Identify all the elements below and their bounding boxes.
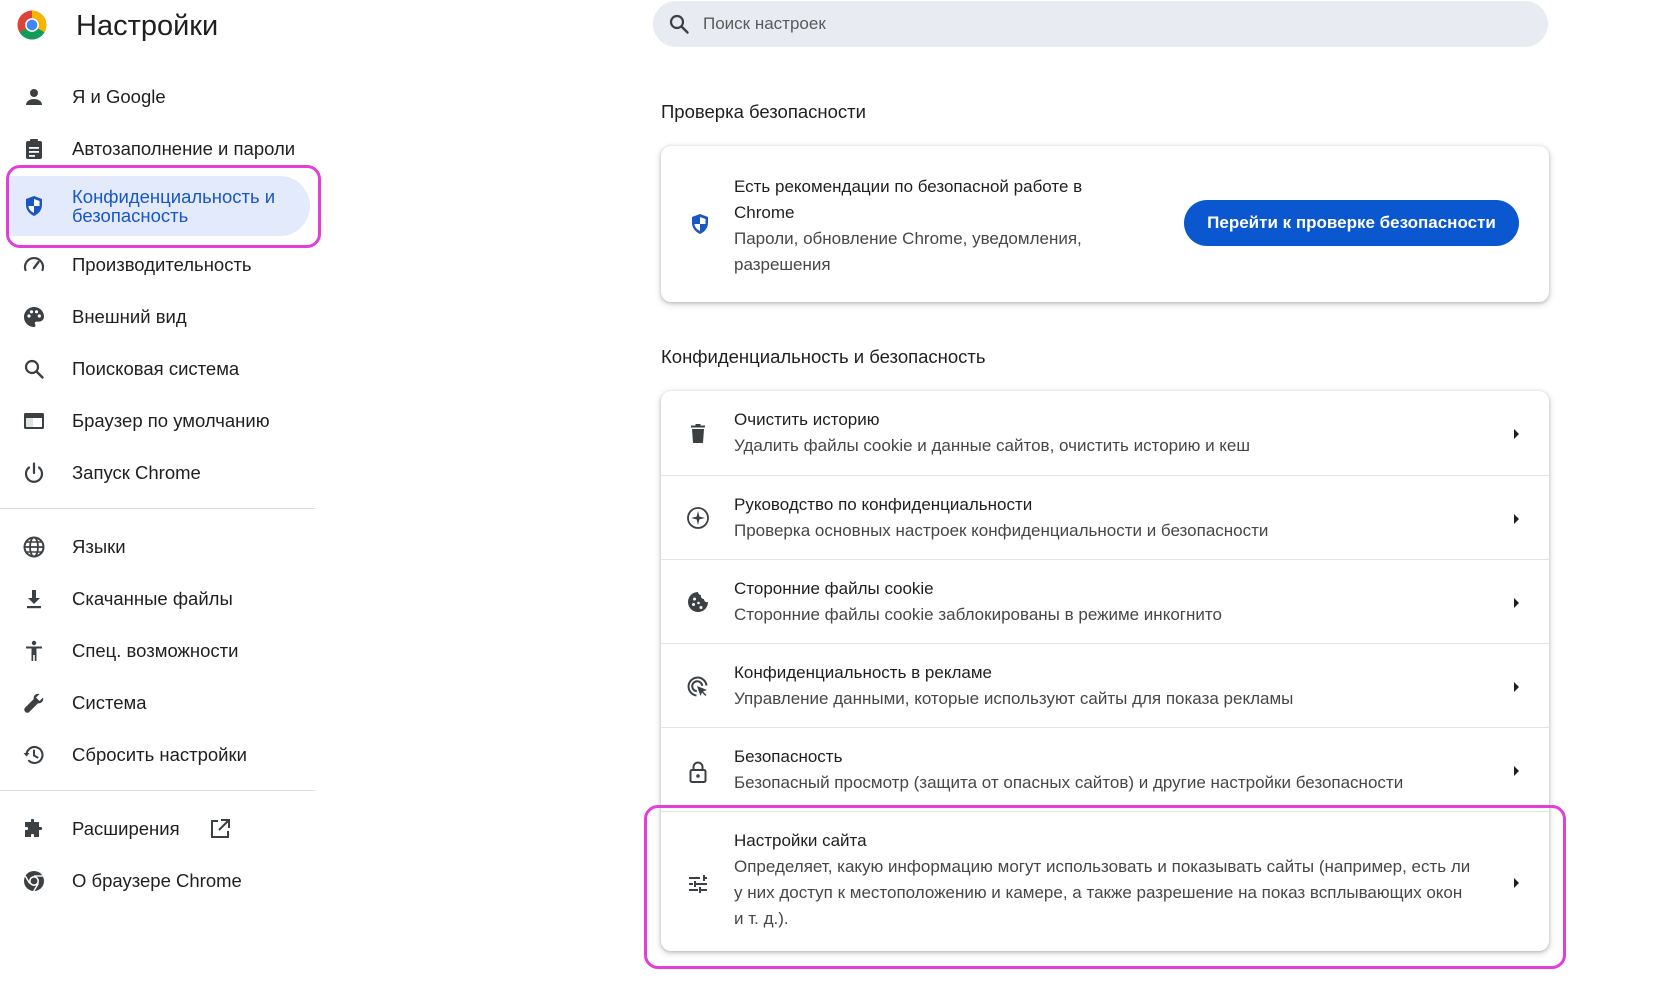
sidebar-divider [0, 790, 315, 791]
speedometer-icon [23, 256, 45, 272]
sidebar-item-label: Поисковая система [72, 358, 240, 379]
sidebar-item-label: О браузере Chrome [72, 870, 242, 891]
privacy-section-heading: Конфиденциальность и безопасность [661, 346, 986, 367]
chevron-right-icon [1514, 878, 1519, 888]
sidebar-item-label: Спец. возможности [72, 640, 239, 661]
chevron-right-icon [1514, 429, 1519, 439]
wrench-icon [24, 693, 44, 713]
sidebar-item-label: Я и Google [72, 86, 166, 107]
row-title: Настройки сайта [734, 831, 867, 850]
sidebar-item-label: Внешний вид [72, 306, 187, 327]
sidebar-item-languages[interactable]: Языки [0, 521, 312, 573]
safety-check-title: Есть рекомендации по безопасной работе в… [734, 177, 1083, 222]
privacy-row-third-party-cookies[interactable]: Сторонние файлы cookie Сторонние файлы c… [661, 559, 1551, 644]
sidebar-item-system[interactable]: Система [0, 677, 312, 729]
browser-window-icon [24, 413, 44, 429]
chevron-right-icon [1514, 766, 1519, 776]
shield-icon [692, 214, 708, 234]
sidebar-item-label: Скачанные файлы [72, 588, 233, 609]
sidebar-item-label: Языки [72, 536, 126, 557]
sidebar-item-privacy[interactable]: Конфиденциальность и безопасность [8, 176, 310, 236]
sidebar-item-extensions[interactable]: Расширения [0, 803, 312, 855]
restore-icon [23, 746, 44, 764]
page-title: Настройки [76, 10, 219, 42]
sidebar-item-accessibility[interactable]: Спец. возможности [0, 625, 312, 677]
row-title: Конфиденциальность в рекламе [734, 663, 992, 682]
chevron-right-icon [1514, 598, 1519, 608]
row-title: Очистить историю [734, 410, 880, 429]
chevron-right-icon [1514, 682, 1519, 692]
row-description: Сторонние файлы cookie заблокированы в р… [734, 605, 1222, 624]
go-to-safety-check-button[interactable]: Перейти к проверке безопасности [1184, 200, 1519, 246]
external-link-icon [211, 819, 230, 838]
sidebar-item-label: Конфиденциальность и безопасность [72, 186, 276, 226]
privacy-settings-card: Очистить историю Удалить файлы cookie и … [661, 391, 1551, 952]
accessibility-icon [26, 640, 42, 661]
privacy-row-security[interactable]: Безопасность Безопасный просмотр (защита… [661, 727, 1551, 812]
sidebar-item-label: Производительность [72, 254, 252, 275]
privacy-row-clear-history[interactable]: Очистить историю Удалить файлы cookie и … [661, 391, 1551, 475]
sidebar-item-on-startup[interactable]: Запуск Chrome [0, 447, 312, 499]
palette-icon [24, 307, 44, 327]
globe-icon [23, 536, 45, 558]
chrome-logo-icon [17, 10, 47, 40]
safety-check-card: Есть рекомендации по безопасной работе в… [661, 146, 1549, 302]
chevron-right-icon [1514, 514, 1519, 524]
shield-icon [26, 196, 42, 216]
sidebar-item-label: Расширения [72, 818, 180, 839]
download-icon [27, 590, 41, 609]
search-icon [669, 14, 689, 34]
sidebar-item-performance[interactable]: Производительность [0, 239, 312, 291]
search-icon [24, 359, 44, 379]
ad-privacy-icon [687, 676, 708, 697]
row-description: Безопасный просмотр (защита от опасных с… [734, 773, 1404, 792]
sidebar-item-reset[interactable]: Сбросить настройки [0, 729, 312, 781]
row-description: Удалить файлы cookie и данные сайтов, оч… [734, 436, 1251, 455]
sidebar-item-you-and-google[interactable]: Я и Google [0, 71, 312, 123]
puzzle-icon [25, 818, 43, 837]
person-icon [26, 89, 42, 105]
search-bar[interactable] [653, 1, 1548, 47]
safety-check-heading: Проверка безопасности [661, 101, 866, 122]
cookie-icon [688, 592, 708, 612]
privacy-row-ad-privacy[interactable]: Конфиденциальность в рекламе Управление … [661, 643, 1551, 728]
power-icon [24, 462, 44, 483]
compass-icon [687, 507, 709, 529]
clipboard-icon [26, 139, 42, 159]
sidebar-item-search-engine[interactable]: Поисковая система [0, 343, 312, 395]
sidebar-item-label: Запуск Chrome [72, 462, 201, 483]
sidebar-item-label: Автозаполнение и пароли [72, 138, 296, 159]
row-title: Сторонние файлы cookie [734, 579, 934, 598]
lock-icon [689, 761, 707, 783]
sidebar-item-about-chrome[interactable]: О браузере Chrome [0, 855, 312, 907]
row-description: Проверка основных настроек конфиденциаль… [734, 521, 1269, 540]
sidebar-item-appearance[interactable]: Внешний вид [0, 291, 312, 343]
sidebar-item-label: Система [72, 692, 147, 713]
privacy-row-privacy-guide[interactable]: Руководство по конфиденциальности Провер… [661, 475, 1551, 560]
safety-check-subtitle: Пароли, обновление Chrome, уведомления, … [734, 229, 1082, 274]
row-title: Безопасность [734, 747, 843, 766]
sidebar-divider [0, 508, 315, 509]
sidebar-item-label: Браузер по умолчанию [72, 410, 270, 431]
tune-icon [689, 875, 707, 893]
chrome-icon [24, 871, 44, 892]
row-title: Руководство по конфиденциальности [734, 495, 1033, 514]
sidebar-item-label: Сбросить настройки [72, 744, 247, 765]
privacy-row-site-settings[interactable]: Настройки сайта Определяет, какую информ… [661, 811, 1551, 952]
row-description: Определяет, какую информацию могут испол… [734, 857, 1471, 928]
search-input[interactable] [701, 13, 1485, 35]
sidebar-item-default-browser[interactable]: Браузер по умолчанию [0, 395, 312, 447]
trash-icon [691, 424, 705, 443]
sidebar-item-autofill[interactable]: Автозаполнение и пароли [0, 123, 312, 175]
row-description: Управление данными, которые используют с… [734, 689, 1294, 708]
sidebar-item-downloads[interactable]: Скачанные файлы [0, 573, 312, 625]
